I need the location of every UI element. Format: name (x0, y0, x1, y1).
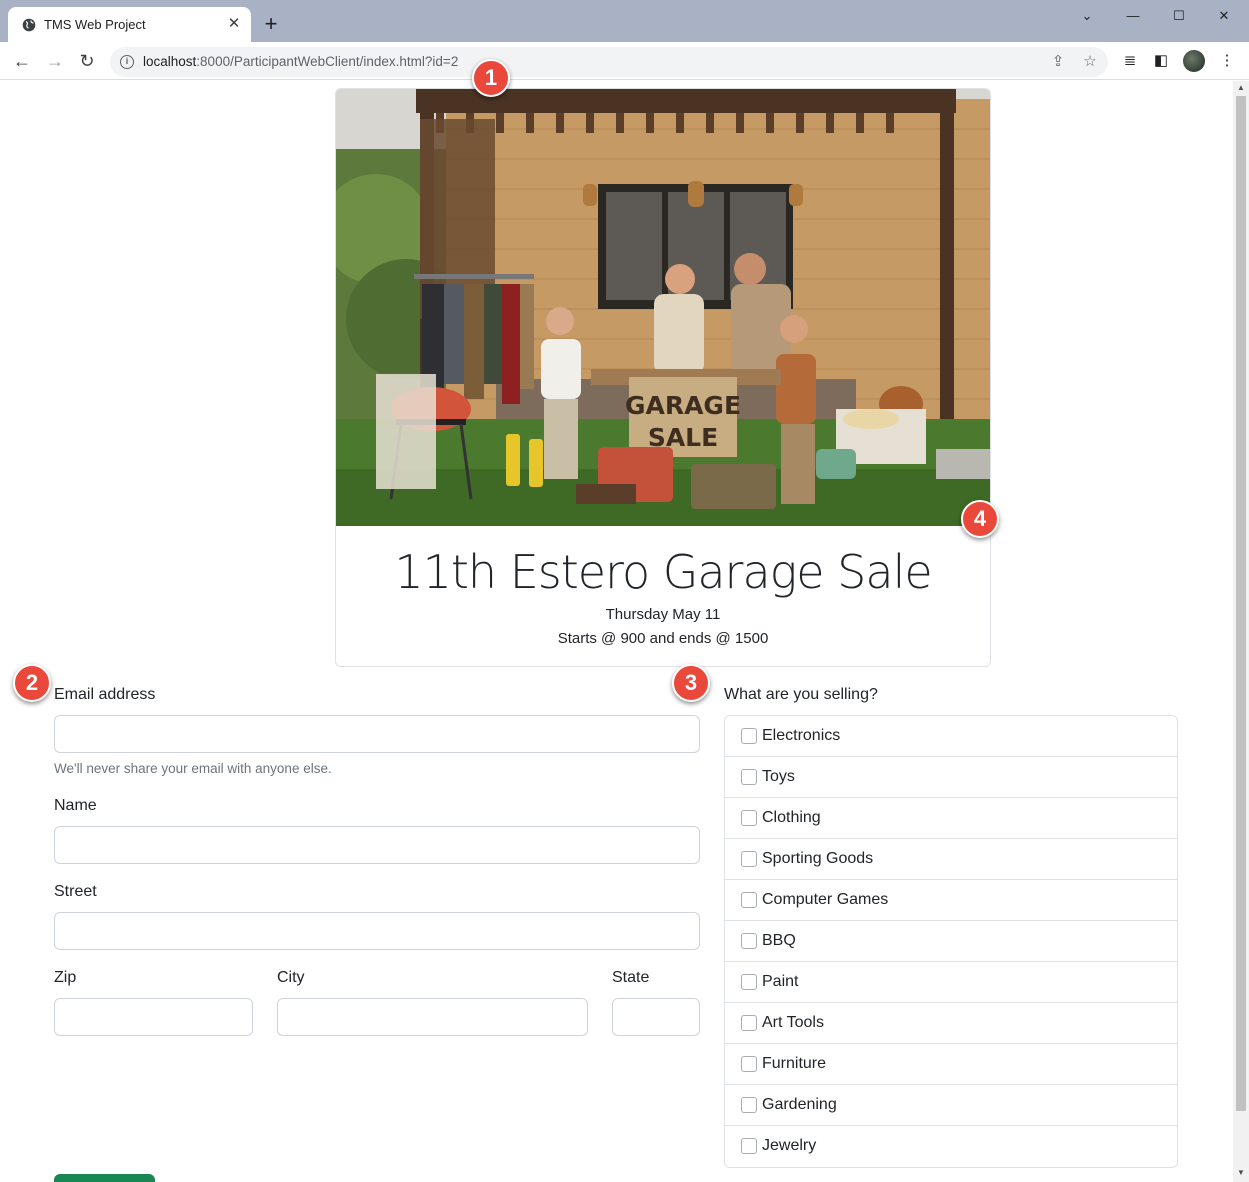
reload-icon[interactable]: ↻ (76, 50, 98, 72)
electronics-checkbox[interactable] (741, 728, 757, 744)
list-item-gardening[interactable]: Gardening (725, 1085, 1177, 1126)
callout-badge-3: 3 (672, 664, 710, 702)
checkbox-label[interactable]: Gardening (762, 1096, 837, 1114)
list-item-art-tools[interactable]: Art Tools (725, 1003, 1177, 1044)
street-label: Street (54, 883, 97, 900)
reading-list-icon[interactable]: ≣ (1120, 51, 1140, 71)
zip-label: Zip (54, 969, 77, 986)
page-viewport: GARAGE SALE 11th Estero Garage Sale Thur… (0, 81, 1233, 1182)
side-panel-icon[interactable]: ◧ (1151, 51, 1171, 71)
city-field[interactable] (277, 998, 588, 1036)
email-help-text: We'll never share your email with anyone… (54, 761, 332, 776)
list-item-computer-games[interactable]: Computer Games (725, 880, 1177, 921)
scroll-down-icon[interactable]: ▼ (1236, 1168, 1246, 1178)
menu-dots-icon[interactable]: ⋮ (1217, 51, 1237, 71)
event-title: 11th Estero Garage Sale (394, 545, 932, 599)
browser-toolbar: ← → ↻ i localhost:8000/ParticipantWebCli… (0, 42, 1249, 80)
callout-badge-1: 1 (472, 59, 510, 97)
scroll-up-icon[interactable]: ▲ (1236, 83, 1246, 93)
back-arrow-icon[interactable]: ← (11, 50, 33, 72)
share-icon[interactable]: ⇪ (1048, 52, 1068, 72)
zip-field[interactable] (54, 998, 253, 1036)
page-scrollbar[interactable]: ▲ ▼ (1233, 81, 1249, 1182)
checkbox-label[interactable]: Sporting Goods (762, 850, 873, 868)
tab-search-icon[interactable]: ⌄ (1075, 6, 1099, 26)
checkbox-label[interactable]: BBQ (762, 932, 796, 950)
gardening-checkbox[interactable] (741, 1097, 757, 1113)
city-label: City (277, 969, 305, 986)
bookmark-star-icon[interactable]: ☆ (1080, 52, 1100, 72)
tab-title: TMS Web Project (44, 17, 146, 32)
email-field[interactable] (54, 715, 700, 753)
jewelry-checkbox[interactable] (741, 1138, 757, 1154)
scroll-thumb[interactable] (1236, 96, 1246, 1111)
sporting-goods-checkbox[interactable] (741, 851, 757, 867)
list-item-sporting-goods[interactable]: Sporting Goods (725, 839, 1177, 880)
checkbox-label[interactable]: Paint (762, 973, 798, 991)
browser-tab[interactable]: TMS Web Project ✕ (8, 7, 251, 42)
street-field[interactable] (54, 912, 700, 950)
selling-question: What are you selling? (724, 686, 878, 703)
event-time: Starts @ 900 and ends @ 1500 (557, 630, 769, 647)
callout-badge-2: 2 (13, 664, 51, 702)
paint-checkbox[interactable] (741, 974, 757, 990)
computer-games-checkbox[interactable] (741, 892, 757, 908)
list-item-bbq[interactable]: BBQ (725, 921, 1177, 962)
state-field[interactable] (612, 998, 700, 1036)
list-item-toys[interactable]: Toys (725, 757, 1177, 798)
name-label: Name (54, 797, 97, 814)
event-date: Thursday May 11 (605, 606, 721, 623)
checkbox-label[interactable]: Toys (762, 768, 795, 786)
clothing-checkbox[interactable] (741, 810, 757, 826)
list-item-clothing[interactable]: Clothing (725, 798, 1177, 839)
name-field[interactable] (54, 826, 700, 864)
maximize-button[interactable]: ☐ (1167, 6, 1191, 26)
browser-titlebar: TMS Web Project ✕ + ⌄ — ☐ ✕ (0, 0, 1249, 42)
selling-checkbox-list: Electronics Toys Clothing Sporting Goods… (724, 715, 1178, 1168)
checkbox-label[interactable]: Computer Games (762, 891, 888, 909)
event-card: GARAGE SALE 11th Estero Garage Sale Thur… (335, 88, 991, 667)
checkbox-label[interactable]: Clothing (762, 809, 821, 827)
minimize-button[interactable]: — (1121, 6, 1145, 26)
site-info-icon[interactable]: i (120, 55, 134, 69)
address-bar[interactable]: i localhost:8000/ParticipantWebClient/in… (110, 47, 1108, 77)
list-item-furniture[interactable]: Furniture (725, 1044, 1177, 1085)
callout-badge-4: 4 (961, 500, 999, 538)
checkbox-label[interactable]: Art Tools (762, 1014, 824, 1032)
checkbox-label[interactable]: Furniture (762, 1055, 826, 1073)
list-item-jewelry[interactable]: Jewelry (725, 1126, 1177, 1167)
list-item-paint[interactable]: Paint (725, 962, 1177, 1003)
checkbox-label[interactable]: Jewelry (762, 1137, 816, 1155)
submit-button[interactable] (54, 1174, 155, 1182)
garage-sale-photo: GARAGE SALE (336, 89, 990, 526)
new-tab-button[interactable]: + (260, 13, 282, 36)
checkbox-label[interactable]: Electronics (762, 727, 840, 745)
email-label: Email address (54, 686, 156, 703)
globe-icon (22, 18, 36, 32)
close-tab-icon[interactable]: ✕ (225, 15, 243, 33)
url-text[interactable]: localhost:8000/ParticipantWebClient/inde… (143, 54, 458, 69)
bbq-checkbox[interactable] (741, 933, 757, 949)
toys-checkbox[interactable] (741, 769, 757, 785)
furniture-checkbox[interactable] (741, 1056, 757, 1072)
state-label: State (612, 969, 650, 986)
close-window-button[interactable]: ✕ (1212, 6, 1236, 26)
art-tools-checkbox[interactable] (741, 1015, 757, 1031)
list-item-electronics[interactable]: Electronics (725, 716, 1177, 757)
forward-arrow-icon[interactable]: → (44, 50, 66, 72)
sign-text-garage: GARAGE (625, 391, 741, 420)
profile-avatar[interactable] (1183, 50, 1205, 72)
